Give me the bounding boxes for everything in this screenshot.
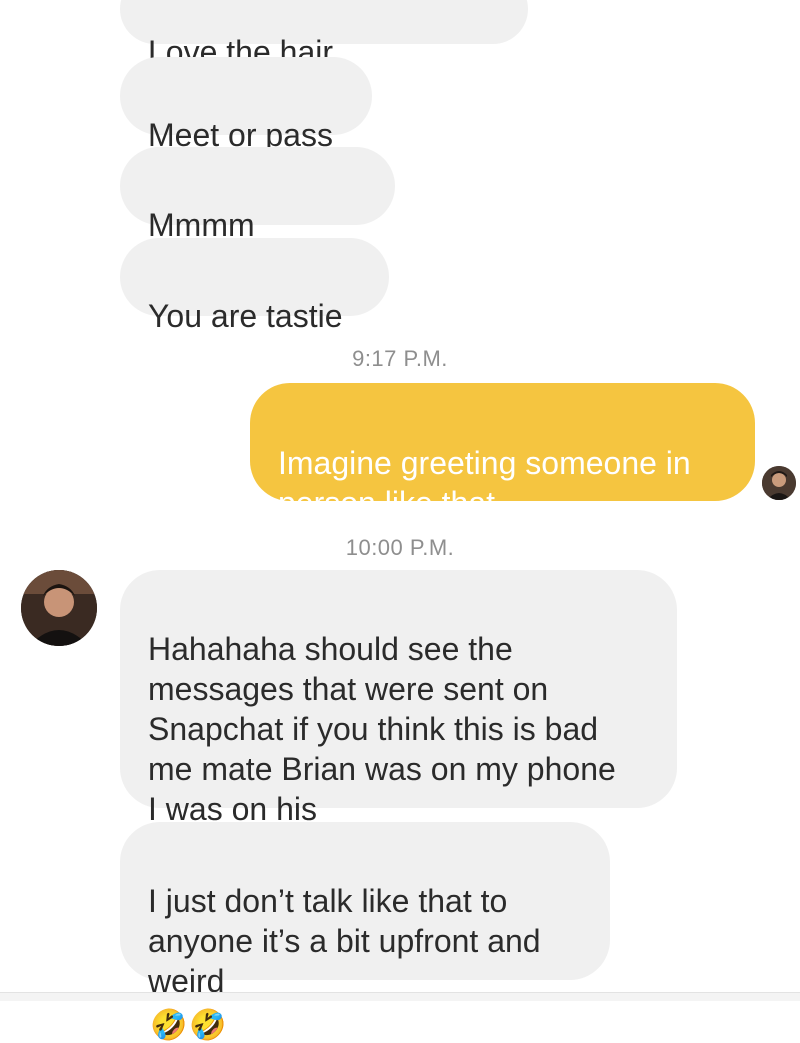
contact-avatar[interactable] <box>21 570 97 646</box>
sender-avatar[interactable] <box>762 466 796 500</box>
conversation-thread: Love the hair ❤❤🍆 Meet or pass Mmmm ❤❤ Y… <box>0 0 800 1041</box>
incoming-message[interactable]: Mmmm ❤❤ <box>120 147 395 285</box>
incoming-message[interactable]: Love the hair ❤❤🍆 <box>120 0 528 112</box>
message-text: Hahahaha should see the messages that we… <box>148 631 616 827</box>
message-timestamp: 9:17 P.M. <box>352 346 448 371</box>
incoming-message[interactable]: Hahahaha should see the messages that we… <box>120 570 677 869</box>
rolling-laughing-emoji-icon: 🤣 <box>150 1008 188 1043</box>
message-text: Imagine greeting someone in person like … <box>278 445 691 521</box>
message-timestamp: 10:00 P.M. <box>345 535 455 560</box>
incoming-message[interactable]: You are tastie <box>120 238 389 334</box>
incoming-message[interactable]: I just don’t talk like that to anyone it… <box>120 822 610 1041</box>
message-text: I just don’t talk like that to anyone it… <box>148 883 541 999</box>
rolling-laughing-emoji-icon: 🤣 <box>189 1008 227 1043</box>
outgoing-message[interactable]: Imagine greeting someone in person like … <box>250 383 755 521</box>
message-text: You are tastie <box>148 298 343 334</box>
incoming-message[interactable]: Meet or pass <box>120 57 372 153</box>
